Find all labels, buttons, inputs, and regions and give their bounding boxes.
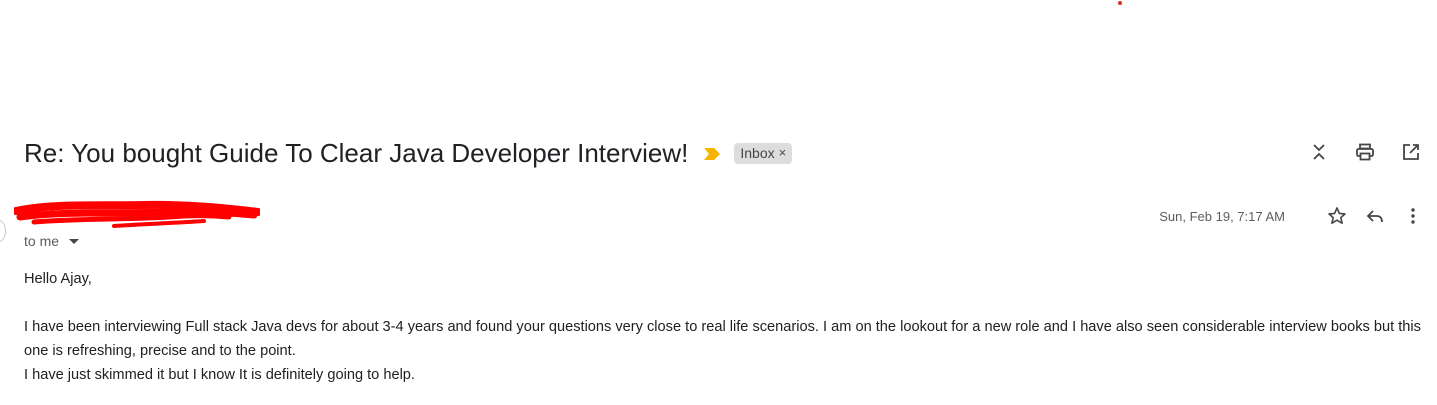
open-in-new-window-icon[interactable]: [1399, 140, 1423, 164]
message-date: Sun, Feb 19, 7:17 AM: [1159, 208, 1285, 224]
recipient-details[interactable]: to me: [24, 233, 80, 249]
importance-marker-icon[interactable]: [704, 147, 721, 160]
email-paragraph: I have been interviewing Full stack Java…: [24, 319, 1421, 359]
label-text: Inbox: [740, 144, 775, 161]
collapse-all-icon[interactable]: [1307, 140, 1331, 164]
more-vert-icon[interactable]: [1401, 204, 1425, 228]
side-panel-handle[interactable]: [0, 220, 6, 242]
email-greeting: Hello Ajay,: [24, 271, 92, 287]
recipient-text: to me: [24, 233, 60, 249]
star-icon[interactable]: [1325, 204, 1349, 228]
chevron-down-icon[interactable]: [69, 238, 80, 244]
message-meta: Sun, Feb 19, 7:17 AM: [1159, 204, 1425, 228]
thread-actions: [1307, 140, 1423, 164]
email-paragraph: I have just skimmed it but I know It is …: [24, 367, 415, 383]
print-icon[interactable]: [1353, 140, 1377, 164]
reply-icon[interactable]: [1363, 204, 1387, 228]
sender-redacted: [12, 199, 262, 233]
email-body: Hello Ajay, I have been interviewing Ful…: [24, 267, 1424, 387]
subject-row: Re: You bought Guide To Clear Java Devel…: [24, 135, 793, 171]
notification-dot: [1118, 1, 1122, 5]
inbox-label-chip[interactable]: Inbox ×: [734, 142, 793, 164]
email-subject: Re: You bought Guide To Clear Java Devel…: [24, 137, 689, 168]
remove-label-icon[interactable]: ×: [779, 145, 787, 160]
